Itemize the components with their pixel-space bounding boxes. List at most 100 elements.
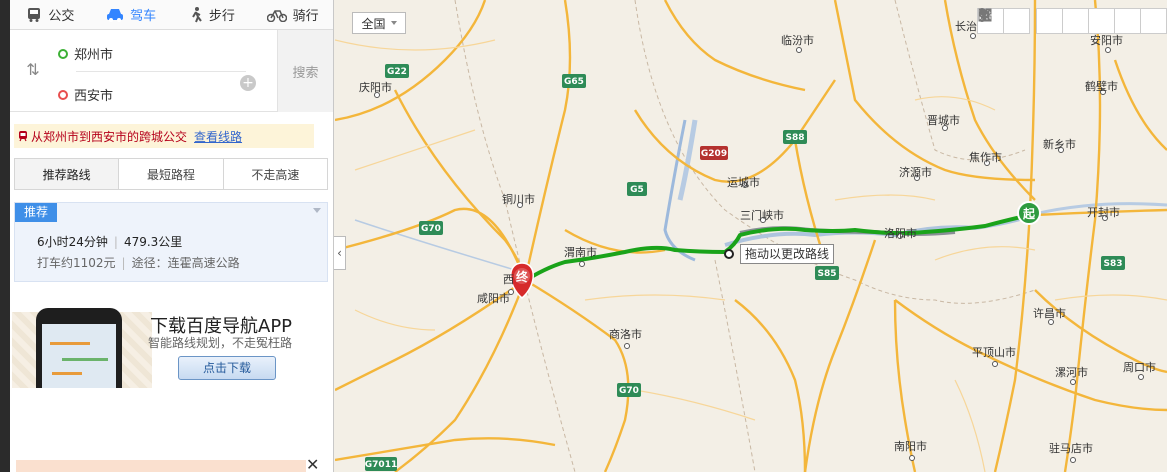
shield-g70-west: G70 [419,221,443,235]
svg-text:S85: S85 [817,269,836,279]
city-hebi: 鹤壁市 [1085,79,1118,95]
svg-text:新乡市: 新乡市 [1043,137,1076,151]
city-jiyuan: 济源市 [899,165,932,181]
map-canvas[interactable]: 起 终 G22 G65 S88 G209 G5 G70 S85 S83 G70 … [335,0,1167,472]
plan-via: 途径：连霍高速公路 [131,256,240,270]
city-xuchang: 许昌市 [1033,306,1066,325]
ad-subtitle: 智能路线规划，不走冤枉路 [148,336,293,350]
mode-bus-tab[interactable]: 公交 [10,0,91,29]
svg-text:庆阳市: 庆阳市 [359,80,392,94]
shield-s88: S88 [783,130,807,144]
start-marker-label: 起 [1022,206,1036,221]
search-button[interactable]: 搜索 [277,30,333,112]
chevron-down-icon[interactable] [313,208,321,213]
tab-shortest[interactable]: 最短路程 [119,159,224,189]
collapse-sidebar-button[interactable]: ‹ [334,236,346,270]
mode-car-tab[interactable]: 驾车 [91,0,172,29]
route-sidebar: 公交 驾车 步行 骑行 ⇅ 郑州市 + 西安市 搜索 从郑州市到西安市的跨城公交 [10,0,334,472]
car-icon [107,8,124,22]
recommended-plan-card[interactable]: 推荐 6小时24分钟 | 479.3公里 打车约1102元 | 途径：连霍高速公路 [14,202,328,282]
svg-text:G7011: G7011 [365,460,397,470]
svg-text:许昌市: 许昌市 [1033,306,1066,320]
svg-text:济源市: 济源市 [899,165,932,179]
plan-taxi-fare: 打车约1102元 [37,256,116,270]
travel-mode-bar: 公交 驾车 步行 骑行 [10,0,333,30]
svg-text:G209: G209 [701,149,727,159]
start-marker[interactable]: 起 [1017,201,1041,225]
svg-text:G70: G70 [421,224,441,234]
chevron-down-icon [390,21,397,25]
svg-text:三门峡市: 三门峡市 [740,208,784,222]
city-zhoukou: 周口市 [1123,360,1156,380]
pin-tool[interactable] [979,8,1141,34]
svg-text:S88: S88 [785,133,804,143]
city-shangluo: 商洛市 [609,327,642,349]
traffic-tool[interactable] [978,8,1030,34]
city-labels: 安阳市 长治市 临汾市 庆阳市 鹤壁市 晋城市 新乡市 焦作市 济源市 运城市 … [359,19,1156,463]
shield-g209: G209 [700,146,728,160]
shield-g7011: G7011 [365,457,397,471]
measure-tool[interactable] [979,8,1089,34]
city-nanyang: 南阳市 [894,439,927,461]
svg-text:商洛市: 商洛市 [609,327,642,341]
mark-tool[interactable] [978,8,1115,34]
bike-icon [266,9,287,22]
city-tongchuan: 铜川市 [502,192,535,208]
city-xinxiang: 新乡市 [1043,137,1076,153]
tab-recommended[interactable]: 推荐路线 [15,159,120,189]
svg-text:咸阳市: 咸阳市 [477,291,510,305]
expressways [335,0,1167,472]
end-point-value: 西安市 [74,89,114,104]
city-sanmenxia: 三门峡市 [740,208,784,223]
svg-text:漯河市: 漯河市 [1055,365,1088,379]
navigation-app-ad: 下载百度导航APP 智能路线规划，不走冤枉路 点击下载 [12,304,322,388]
mode-bus-label: 公交 [48,9,75,24]
tab-no-highway[interactable]: 不走高速 [224,159,327,189]
intercity-bus-notice: 从郑州市到西安市的跨城公交 查看线路 [14,124,314,148]
plan-details: 打车约1102元 | 途径：连霍高速公路 [37,256,240,270]
svg-text:开封市: 开封市 [1087,205,1120,219]
start-dot-icon [58,48,68,59]
start-point-value: 郑州市 [74,48,114,63]
route-drag-handle[interactable] [724,249,734,259]
svg-text:运城市: 运城市 [727,175,760,189]
swap-icon[interactable]: ⇅ [24,60,42,80]
city-kaifeng: 开封市 [1087,205,1120,221]
svg-text:安阳市: 安阳市 [1090,33,1123,47]
end-point-field[interactable]: 西安市 [58,85,113,104]
svg-text:平顶山市: 平顶山市 [972,345,1016,359]
mode-bike-tab[interactable]: 骑行 [252,0,333,29]
city-xianyang: 咸阳市 [477,289,514,305]
city-qingyang: 庆阳市 [359,80,392,98]
close-icon[interactable]: ✕ [306,457,319,472]
bottom-banner[interactable] [16,460,306,472]
end-marker[interactable]: 终 [510,262,534,299]
svg-text:S83: S83 [1103,259,1122,269]
map-toolbar [977,8,1167,34]
mode-bike-label: 骑行 [292,9,319,24]
download-button[interactable]: 点击下载 [178,356,276,380]
shield-s83: S83 [1101,256,1125,270]
plan-distance: 479.3公里 [123,235,183,249]
svg-text:周口市: 周口市 [1123,360,1156,374]
route-input-box: ⇅ 郑州市 + 西安市 搜索 [10,30,333,112]
walk-icon [192,6,202,22]
svg-text:铜川市: 铜川市 [502,192,535,206]
share-tool[interactable] [978,8,1063,34]
add-waypoint-icon[interactable]: + [240,75,256,91]
svg-text:晋城市: 晋城市 [927,113,960,127]
region-scope-value: 全国 [361,16,386,31]
mode-walk-tab[interactable]: 步行 [172,0,253,29]
view-route-link[interactable]: 查看线路 [194,128,242,145]
train-icon [19,131,27,142]
svg-text:鹤壁市: 鹤壁市 [1085,79,1118,93]
plan-summary: 6小时24分钟 | 479.3公里 [37,235,183,249]
svg-text:西: 西 [503,273,514,286]
start-point-field[interactable]: 郑州市 [58,44,113,63]
more-tool[interactable] [978,8,1167,34]
road-shields: G22 G65 S88 G209 G5 G70 S85 S83 G70 G701… [365,64,1125,471]
region-scope-dropdown[interactable]: 全国 [352,12,406,34]
phone-image-icon [36,308,122,388]
city-jincheng: 晋城市 [927,113,960,131]
province-borders [454,0,1036,472]
